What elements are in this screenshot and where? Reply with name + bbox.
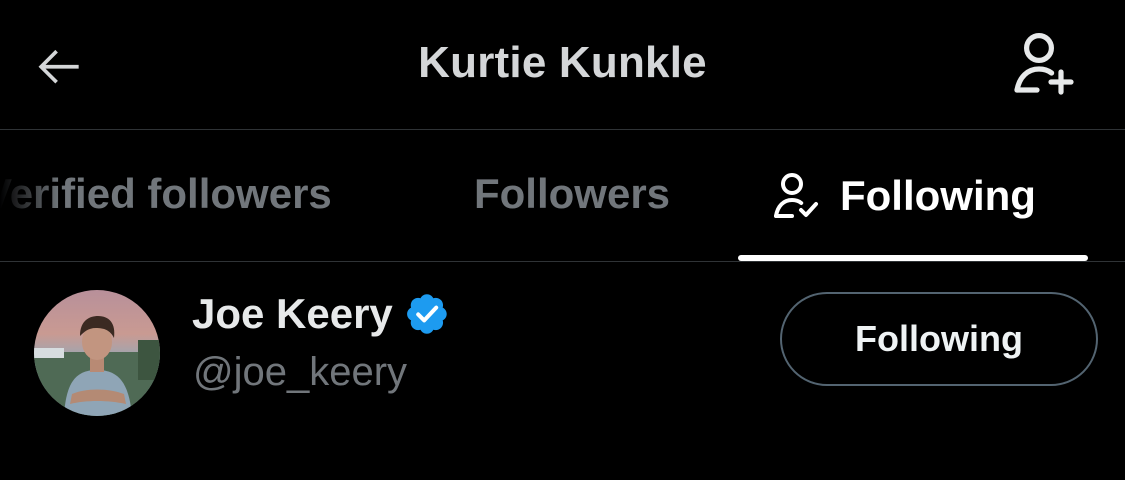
user-name-link[interactable]: Joe Keery	[192, 290, 449, 338]
tab-label: Followers	[474, 170, 671, 217]
add-user-button[interactable]	[1000, 24, 1086, 104]
following-list-screen: Kurtie Kunkle Verified followers Followe…	[0, 0, 1125, 480]
tab-label: Verified followers	[0, 170, 332, 217]
person-check-icon	[770, 170, 822, 222]
user-handle: @joe_keery	[193, 350, 408, 394]
user-display-name: Joe Keery	[192, 290, 393, 337]
avatar[interactable]	[34, 290, 160, 416]
user-list-item[interactable]: Joe Keery @joe_keery Following	[0, 262, 1125, 480]
verified-badge-icon	[405, 292, 449, 336]
tab-followers[interactable]: Followers	[474, 170, 670, 218]
top-app-bar: Kurtie Kunkle	[0, 0, 1125, 130]
tab-label: Following	[840, 172, 1036, 219]
tab-following[interactable]: Following	[770, 170, 1036, 222]
following-button[interactable]: Following	[780, 292, 1098, 386]
tab-verified-followers[interactable]: Verified followers	[0, 170, 332, 218]
tab-bar: Verified followers Followers Following	[0, 130, 1125, 262]
page-title: Kurtie Kunkle	[418, 38, 707, 87]
person-plus-icon	[1014, 33, 1074, 95]
